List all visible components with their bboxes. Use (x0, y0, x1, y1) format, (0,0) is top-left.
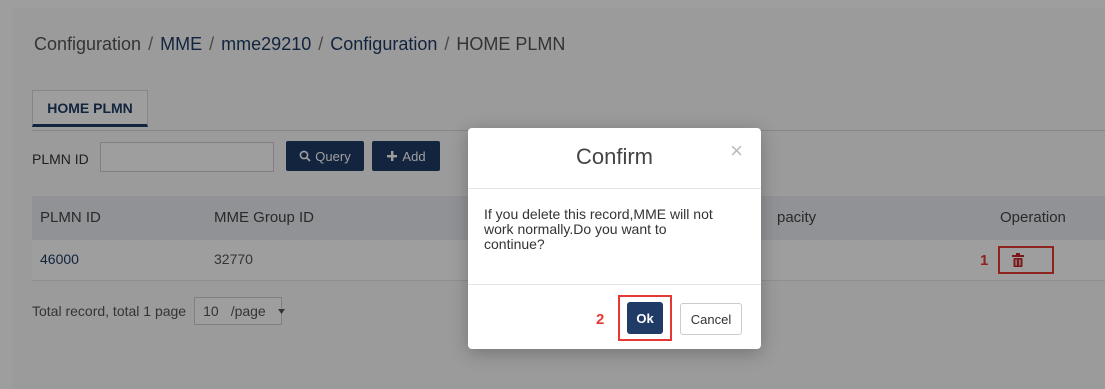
confirm-dialog: Confirm × If you delete this record,MME … (468, 128, 761, 349)
dialog-footer: 2 Ok Cancel (468, 285, 761, 349)
ok-button-highlight: Ok (618, 295, 672, 341)
ok-button[interactable]: Ok (627, 302, 663, 334)
cancel-button[interactable]: Cancel (680, 303, 742, 335)
dialog-message: If you delete this record,MME will not w… (468, 189, 761, 285)
dialog-header: Confirm × (468, 128, 761, 189)
step-2-marker: 2 (596, 311, 605, 328)
dialog-title: Confirm (575, 144, 653, 169)
close-icon[interactable]: × (730, 140, 743, 162)
